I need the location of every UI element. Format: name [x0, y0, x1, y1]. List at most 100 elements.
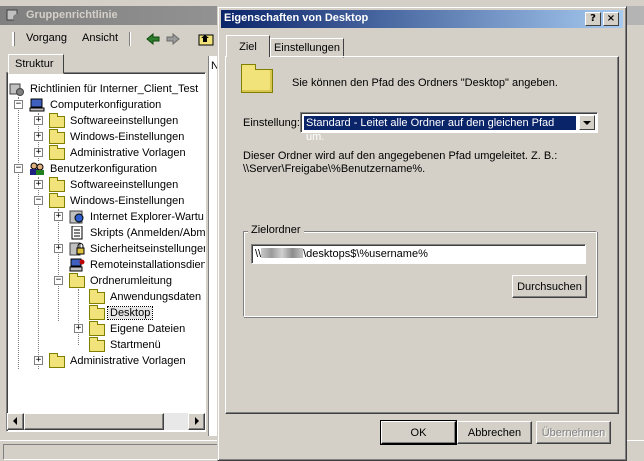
tree-item-label: Anwendungsdaten — [110, 291, 202, 303]
tree-item-administrative-vorlagen[interactable]: Administrative Vorlagen — [49, 145, 188, 161]
abbrechen-button[interactable]: Abbrechen — [457, 421, 532, 444]
tree-item-anwendungsdaten[interactable]: Anwendungsdaten — [89, 289, 203, 305]
horizontal-scrollbar[interactable] — [7, 413, 205, 430]
close-button[interactable]: × — [603, 12, 619, 26]
redacted-server-name — [261, 248, 304, 258]
collapse-icon[interactable]: − — [14, 100, 23, 109]
tree-item-skripts[interactable]: Skripts (Anmelden/Abme — [69, 225, 206, 241]
tab-einstellungen[interactable]: Einstellungen — [270, 38, 344, 58]
uebernehmen-button[interactable]: Übernehmen — [536, 421, 611, 444]
tree-item-eigene-dateien[interactable]: Eigene Dateien — [89, 321, 187, 337]
menubar-grip-icon — [12, 32, 15, 46]
tree-item-benutzerkonfiguration[interactable]: Benutzerkonfiguration — [29, 161, 159, 177]
computer-icon — [29, 98, 45, 112]
folder-icon — [49, 145, 65, 160]
info-text-line1: Dieser Ordner wird auf den angegebenen P… — [243, 150, 558, 162]
dialog-titlebar[interactable]: Eigenschaften von Desktop ? × — [221, 10, 623, 28]
tree-connector — [58, 209, 59, 321]
zielordner-value: \\ \desktops$\%username% — [255, 248, 428, 260]
dropdown-arrow-icon[interactable] — [579, 115, 595, 130]
scroll-left-button[interactable] — [7, 413, 24, 430]
tree-item-label: Skripts (Anmelden/Abme — [90, 227, 206, 239]
expand-icon[interactable]: + — [34, 116, 43, 125]
folder-open-icon — [89, 305, 105, 320]
tree-item-softwareeinstellungen[interactable]: Softwareeinstellungen — [49, 113, 180, 129]
tree-item-ordnerumleitung[interactable]: Ordnerumleitung — [69, 273, 174, 289]
info-text-line2: \\Server\Freigabe\%Benutzername%. — [243, 163, 426, 175]
zielordner-label: Zielordner — [248, 224, 304, 236]
scroll-right-button[interactable] — [188, 413, 205, 430]
ok-button[interactable]: OK — [380, 420, 457, 445]
tree-item-windows-einstellungen[interactable]: Windows-Einstellungen — [49, 129, 186, 145]
tree-item-label: Richtlinien für Interner_Client_Test — [30, 83, 199, 95]
tree-item-label: Benutzerkonfiguration — [50, 163, 158, 175]
policy-icon — [9, 83, 24, 96]
group-policy-app-icon — [6, 9, 21, 22]
tree-item-label: Softwareeinstellungen — [70, 115, 179, 127]
toolbar — [142, 30, 222, 48]
menu-vorgang[interactable]: Vorgang — [26, 32, 67, 44]
tree-item-label: Windows-Einstellungen — [70, 195, 185, 207]
folder-icon — [49, 177, 65, 192]
folder-icon — [49, 193, 65, 208]
tab-struktur[interactable]: Struktur — [8, 54, 64, 74]
remote-installation-icon — [69, 258, 85, 272]
tree-item-startmenu[interactable]: Startmenü — [89, 337, 163, 353]
tree-item-label: Sicherheitseinstellunger — [90, 243, 206, 255]
back-arrow-icon[interactable] — [146, 33, 160, 45]
tree-item-label: Administrative Vorlagen — [70, 147, 186, 159]
collapse-icon[interactable]: − — [14, 164, 23, 173]
properties-dialog: Eigenschaften von Desktop ? × Ziel Einst… — [217, 6, 627, 461]
group-policy-title: Gruppenrichtlinie — [26, 9, 118, 21]
tree-view[interactable]: Richtlinien für Interner_Client_Test − C… — [6, 72, 206, 432]
tree-item-label: Computerkonfiguration — [50, 99, 162, 111]
expand-icon[interactable]: + — [34, 132, 43, 141]
tree-item-internet-explorer[interactable]: Internet Explorer-Wartu — [69, 209, 205, 225]
tree-item-label: Ordnerumleitung — [90, 275, 172, 287]
folder-icon — [89, 321, 105, 336]
dialog-title: Eigenschaften von Desktop — [224, 12, 369, 24]
expand-icon[interactable]: + — [54, 212, 63, 221]
script-icon — [71, 226, 83, 240]
tree-connector — [18, 97, 19, 369]
folder-icon — [69, 273, 85, 288]
folder-icon — [49, 113, 65, 128]
tab-ziel[interactable]: Ziel — [226, 35, 270, 57]
folder-icon — [49, 129, 65, 144]
tree-item-label: Administrative Vorlagen — [70, 355, 186, 367]
durchsuchen-button[interactable]: Durchsuchen — [512, 275, 587, 298]
tree-item-label: Softwareeinstellungen — [70, 179, 179, 191]
collapse-icon[interactable]: − — [34, 196, 43, 205]
tree-item-windows-einstellungen[interactable]: Windows-Einstellungen — [49, 193, 186, 209]
tree-item-label: Windows-Einstellungen — [70, 131, 185, 143]
expand-icon[interactable]: + — [34, 148, 43, 157]
scrollbar-thumb[interactable] — [24, 413, 164, 430]
tree-item-sicherheitseinstellungen[interactable]: Sicherheitseinstellunger — [69, 241, 206, 257]
forward-arrow-icon[interactable] — [166, 33, 180, 45]
expand-icon[interactable]: + — [74, 324, 83, 333]
tree-item-label: Desktop — [106, 306, 154, 320]
tree-item-desktop[interactable]: Desktop — [89, 305, 154, 321]
menu-ansicht[interactable]: Ansicht — [82, 32, 118, 44]
einstellung-label: Einstellung: — [243, 117, 300, 129]
expand-icon[interactable]: + — [34, 180, 43, 189]
users-icon — [30, 162, 44, 175]
expand-icon[interactable]: + — [34, 356, 43, 365]
help-button[interactable]: ? — [585, 12, 601, 26]
expand-icon[interactable]: + — [54, 244, 63, 253]
scroll-right-icon — [195, 417, 199, 425]
tree-item-computerkonfiguration[interactable]: Computerkonfiguration — [29, 97, 163, 113]
tree-item-softwareeinstellungen[interactable]: Softwareeinstellungen — [49, 177, 180, 193]
scroll-left-icon — [13, 417, 17, 425]
tree-item-root[interactable]: Richtlinien für Interner_Client_Test — [9, 81, 200, 97]
collapse-icon[interactable]: − — [54, 276, 63, 285]
einstellung-dropdown[interactable]: Standard - Leitet alle Ordner auf den gl… — [300, 112, 598, 143]
tree-item-remoteinstallation[interactable]: Remoteinstallationsdien — [69, 257, 205, 273]
toolbar-separator-icon — [129, 32, 131, 46]
folder-icon — [241, 64, 273, 93]
security-icon — [69, 242, 85, 256]
tree-item-administrative-vorlagen[interactable]: Administrative Vorlagen — [49, 353, 188, 369]
zielordner-input[interactable]: \\ \desktops$\%username% — [251, 244, 586, 264]
up-folder-icon[interactable] — [198, 32, 214, 46]
einstellung-selected-value: Standard - Leitet alle Ordner auf den gl… — [304, 116, 576, 143]
